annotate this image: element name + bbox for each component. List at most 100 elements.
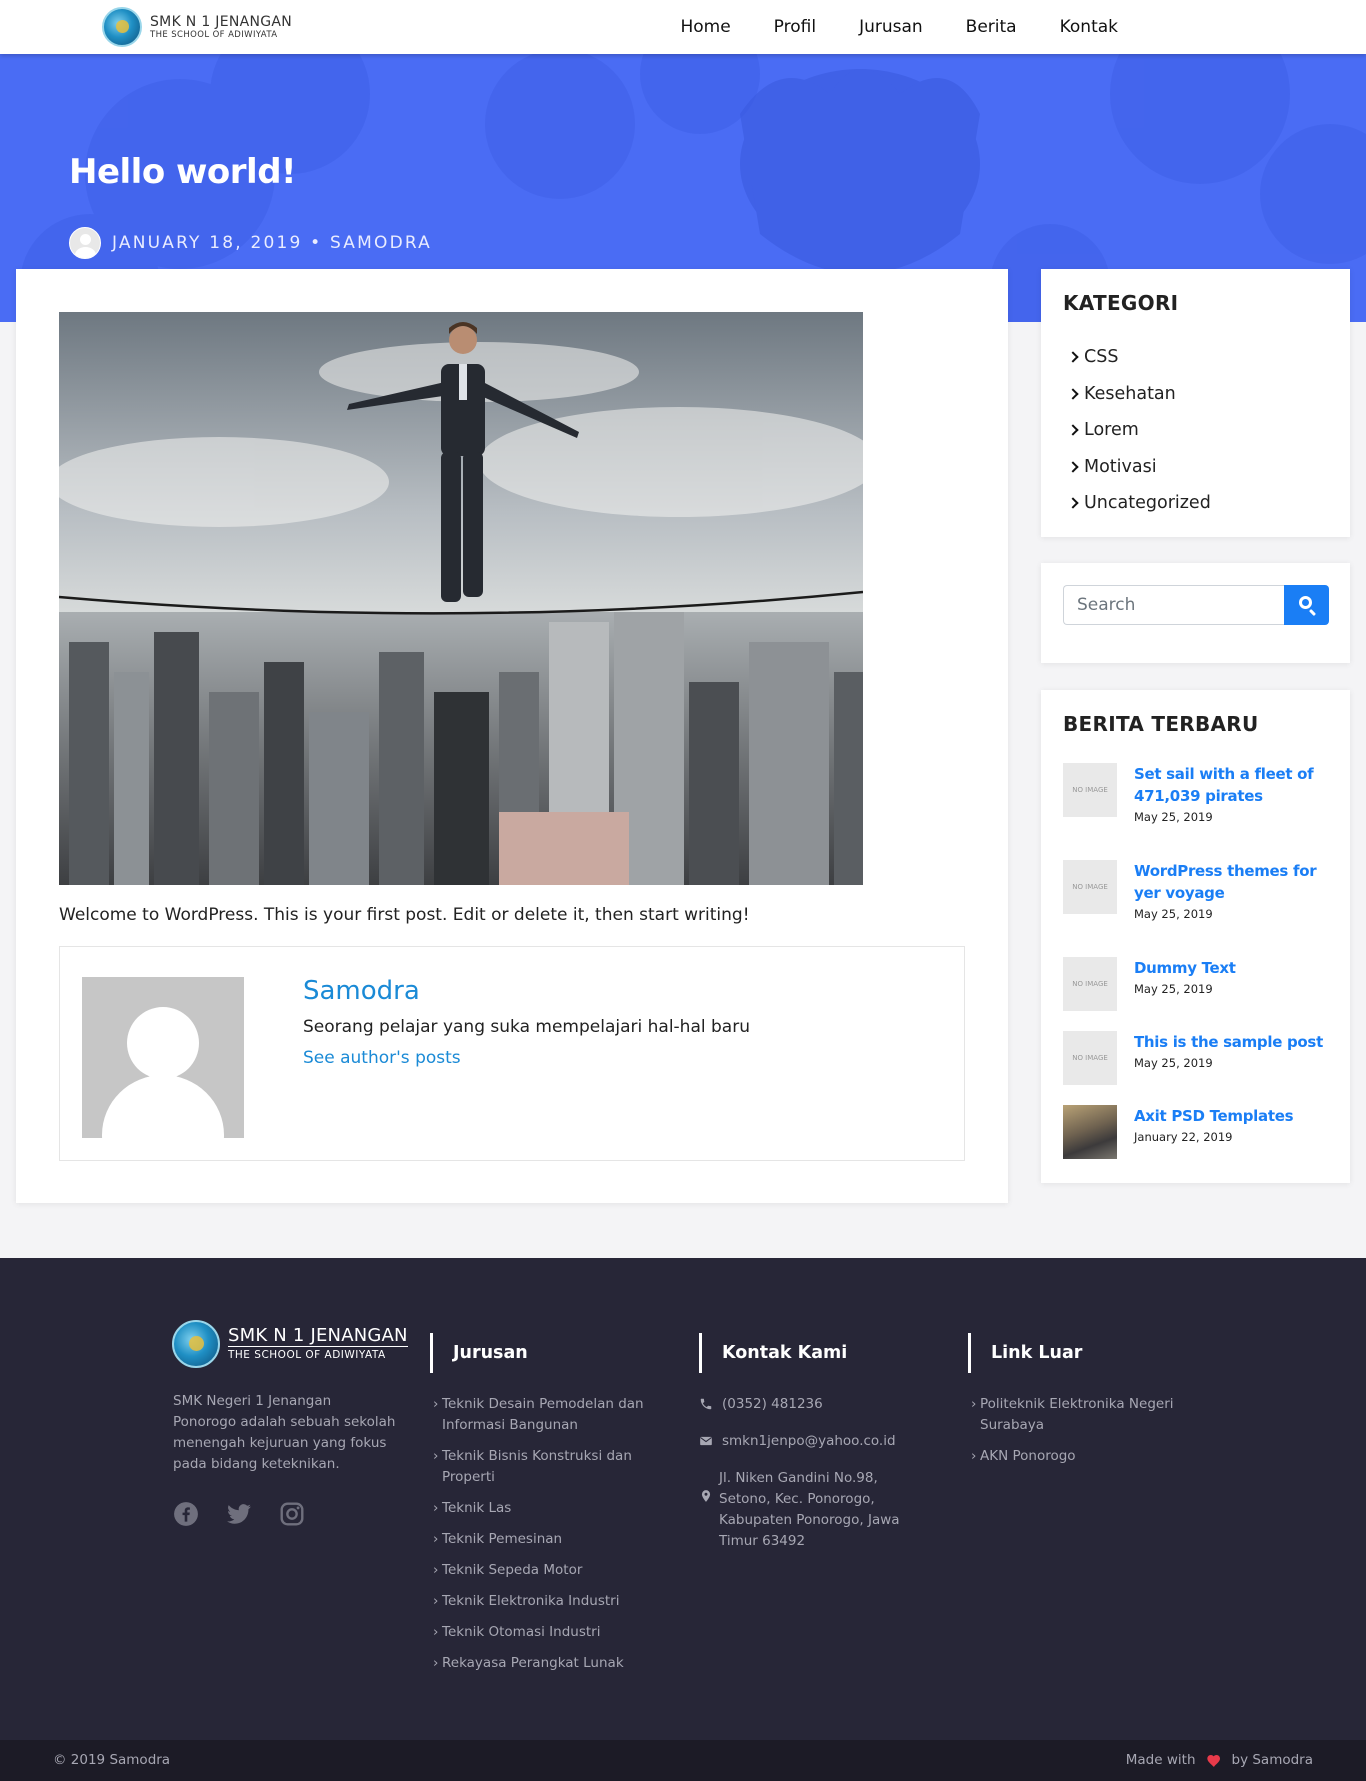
envelope-icon — [700, 1436, 712, 1446]
jurusan-link[interactable]: Teknik Otomasi Industri — [433, 1622, 670, 1643]
nav-home[interactable]: Home — [680, 17, 730, 37]
author-box: Samodra Seorang pelajar yang suka mempel… — [59, 946, 965, 1161]
contact-phone-text: (0352) 481236 — [722, 1396, 823, 1412]
author-name-link[interactable]: Samodra — [303, 976, 420, 1006]
social-links — [173, 1501, 332, 1527]
chevron-right-icon — [1067, 388, 1079, 400]
kategori-title: KATEGORI — [1063, 291, 1179, 315]
chevron-right-icon — [1067, 497, 1079, 509]
footer-logo[interactable]: SMK N 1 JENANGAN THE SCHOOL OF ADIWIYATA — [172, 1320, 408, 1368]
contact-address-text: Jl. Niken Gandini No.98, Setono, Kec. Po… — [719, 1470, 900, 1549]
footer-about: SMK Negeri 1 Jenangan Ponorogo adalah se… — [173, 1393, 396, 1472]
chevron-right-icon — [1067, 424, 1079, 436]
footer-brand-text: SMK N 1 JENANGAN THE SCHOOL OF ADIWIYATA — [228, 1327, 408, 1361]
chevron-right-icon — [1067, 351, 1079, 363]
search-button[interactable] — [1284, 585, 1329, 625]
contact-address: Jl. Niken Gandini No.98, Setono, Kec. Po… — [699, 1468, 919, 1552]
news-date: May 25, 2019 — [1134, 982, 1213, 996]
post-meta: JANUARY 18, 2019 • SAMODRA — [69, 227, 432, 259]
category-item[interactable]: Motivasi — [1067, 449, 1211, 486]
news-thumbnail: NO IMAGE — [1063, 763, 1117, 817]
news-thumbnail: NO IMAGE — [1063, 1031, 1117, 1085]
contact-email: smkn1jenpo@yahoo.co.id — [699, 1431, 939, 1452]
news-thumbnail — [1063, 1105, 1117, 1159]
news-date: May 25, 2019 — [1134, 810, 1213, 824]
site-header: SMK N 1 JENANGAN THE SCHOOL OF ADIWIYATA… — [0, 0, 1366, 54]
made-with: Made with by Samodra — [1126, 1752, 1313, 1768]
heart-icon — [1206, 1755, 1220, 1767]
news-date: May 25, 2019 — [1134, 1056, 1213, 1070]
facebook-icon[interactable] — [173, 1501, 199, 1527]
footer-kontak-column: Kontak Kami (0352) 481236 smkn1jenpo@yah… — [699, 1333, 939, 1568]
jurusan-link[interactable]: Teknik Bisnis Konstruksi dan Properti — [433, 1446, 670, 1488]
category-item[interactable]: Kesehatan — [1067, 376, 1211, 413]
jurusan-link[interactable]: Teknik Desain Pemodelan dan Informasi Ba… — [433, 1394, 670, 1436]
recent-news-widget: BERITA TERBARU NO IMAGE Set sail with a … — [1041, 690, 1350, 1183]
news-date: January 22, 2019 — [1134, 1130, 1233, 1144]
copyright: © 2019 Samodra — [53, 1752, 171, 1768]
nav-kontak[interactable]: Kontak — [1060, 17, 1118, 37]
site-footer: SMK N 1 JENANGAN THE SCHOOL OF ADIWIYATA… — [0, 1258, 1366, 1740]
nav-berita[interactable]: Berita — [966, 17, 1017, 37]
main-nav: Home Profil Jurusan Berita Kontak — [680, 0, 1118, 54]
brand-text: SMK N 1 JENANGAN THE SCHOOL OF ADIWIYATA — [150, 15, 292, 40]
tightrope-businessman-image — [59, 312, 863, 885]
footer-links-title: Link Luar — [968, 1333, 1188, 1373]
jurusan-list: Teknik Desain Pemodelan dan Informasi Ba… — [433, 1394, 670, 1674]
footer-kontak-title: Kontak Kami — [699, 1333, 939, 1373]
made-with-prefix: Made with — [1125, 1752, 1196, 1768]
footer-brand-tagline: THE SCHOOL OF ADIWIYATA — [228, 1349, 386, 1362]
external-link[interactable]: AKN Ponorogo — [971, 1446, 1188, 1467]
jurusan-link[interactable]: Teknik Las — [433, 1498, 670, 1519]
nav-jurusan[interactable]: Jurusan — [859, 17, 923, 37]
post-card: Welcome to WordPress. This is your first… — [16, 269, 1008, 1203]
footer-jurusan-title: Jurusan — [430, 1333, 670, 1373]
search-icon — [1299, 596, 1312, 609]
kategori-widget: KATEGORI CSS Kesehatan Lorem Motivasi Un… — [1041, 269, 1350, 537]
chevron-right-icon — [1067, 461, 1079, 473]
search-widget — [1041, 563, 1350, 663]
category-item[interactable]: CSS — [1067, 339, 1211, 376]
news-title-link[interactable]: This is the sample post — [1134, 1031, 1333, 1053]
see-author-posts-link[interactable]: See author's posts — [303, 1048, 461, 1068]
author-photo — [82, 977, 244, 1138]
jurusan-link[interactable]: Teknik Sepeda Motor — [433, 1560, 670, 1581]
category-item[interactable]: Uncategorized — [1067, 485, 1211, 522]
made-with-suffix: by Samodra — [1231, 1752, 1314, 1768]
brand-name: SMK N 1 JENANGAN — [150, 13, 293, 30]
news-title-link[interactable]: WordPress themes for yer voyage — [1134, 860, 1333, 904]
author-avatar-icon — [69, 227, 101, 259]
external-link[interactable]: Politeknik Elektronika Negeri Surabaya — [971, 1394, 1188, 1436]
featured-image — [59, 312, 863, 885]
external-links-list: Politeknik Elektronika Negeri Surabaya A… — [971, 1394, 1188, 1467]
contact-email-text[interactable]: smkn1jenpo@yahoo.co.id — [722, 1433, 896, 1449]
bottom-bar: © 2019 Samodra Made with by Samodra — [0, 1740, 1366, 1781]
twitter-icon[interactable] — [226, 1501, 252, 1527]
category-list: CSS Kesehatan Lorem Motivasi Uncategoriz… — [1067, 339, 1211, 522]
news-title-link[interactable]: Set sail with a fleet of 471,039 pirates — [1134, 763, 1333, 807]
contact-phone: (0352) 481236 — [699, 1394, 939, 1415]
site-logo[interactable]: SMK N 1 JENANGAN THE SCHOOL OF ADIWIYATA — [102, 5, 292, 49]
news-date: May 25, 2019 — [1134, 907, 1213, 921]
phone-icon — [700, 1398, 712, 1410]
footer-brand-name: SMK N 1 JENANGAN — [228, 1325, 408, 1348]
nav-profil[interactable]: Profil — [774, 17, 816, 37]
jurusan-link[interactable]: Teknik Pemesinan — [433, 1529, 670, 1550]
news-title-link[interactable]: Dummy Text — [1134, 957, 1333, 979]
post-date-author: JANUARY 18, 2019 • SAMODRA — [112, 233, 433, 253]
instagram-icon[interactable] — [279, 1501, 305, 1527]
footer-links-column: Link Luar Politeknik Elektronika Negeri … — [968, 1333, 1188, 1477]
school-emblem-icon — [102, 7, 142, 47]
jurusan-link[interactable]: Rekayasa Perangkat Lunak — [433, 1653, 670, 1674]
search-input[interactable] — [1063, 585, 1285, 625]
category-item[interactable]: Lorem — [1067, 412, 1211, 449]
author-bio: Seorang pelajar yang suka mempelajari ha… — [303, 1017, 750, 1037]
category-label: Uncategorized — [1084, 493, 1211, 514]
recent-news-title: BERITA TERBARU — [1063, 712, 1259, 736]
jurusan-link[interactable]: Teknik Elektronika Industri — [433, 1591, 670, 1612]
news-title-link[interactable]: Axit PSD Templates — [1134, 1105, 1333, 1127]
news-thumbnail: NO IMAGE — [1063, 860, 1117, 914]
post-title: Hello world! — [69, 152, 297, 192]
school-emblem-icon — [172, 1320, 220, 1368]
news-thumbnail: NO IMAGE — [1063, 957, 1117, 1011]
